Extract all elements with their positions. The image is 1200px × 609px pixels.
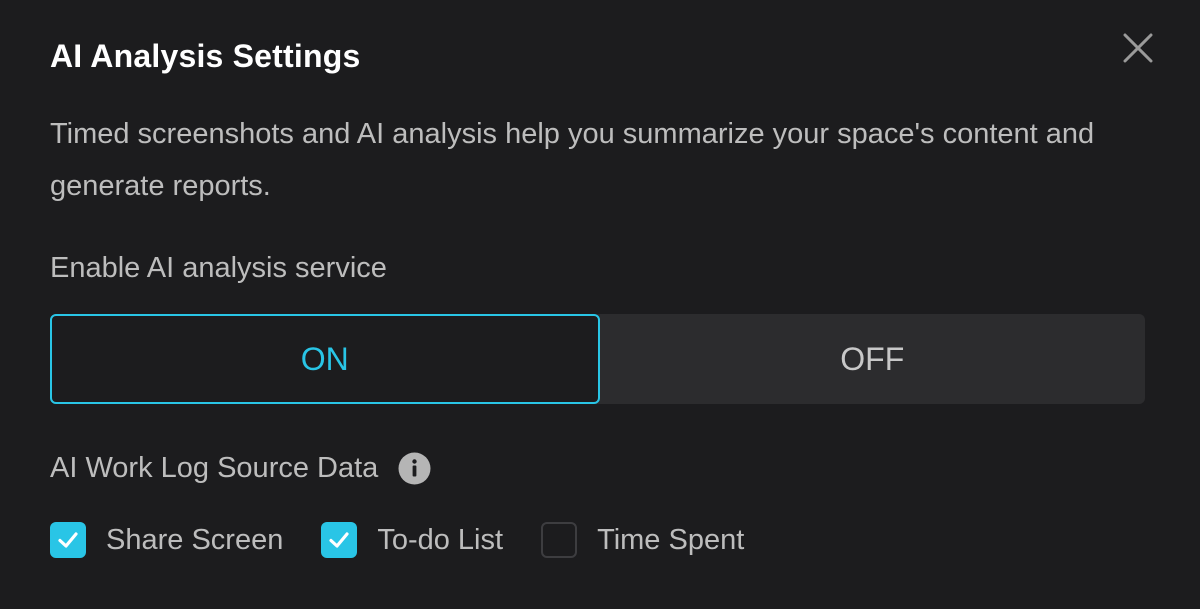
todo-list-checkbox[interactable]: To-do List: [321, 522, 503, 558]
checkbox-checked[interactable]: [50, 522, 86, 558]
checkbox-unchecked[interactable]: [541, 522, 578, 558]
info-icon[interactable]: [398, 452, 431, 485]
enable-service-toggle: ON OFF: [50, 314, 1145, 404]
time-spent-checkbox[interactable]: Time Spent: [541, 522, 744, 558]
checkbox-label: Time Spent: [597, 523, 745, 556]
dialog-description: Timed screenshots and AI analysis help y…: [50, 118, 1095, 202]
ai-analysis-settings-dialog: AI Analysis Settings Timed screenshots a…: [0, 0, 1200, 609]
close-icon[interactable]: [1118, 28, 1158, 68]
enable-service-label: Enable AI analysis service: [50, 252, 387, 284]
share-screen-checkbox[interactable]: Share Screen: [50, 522, 283, 558]
dialog-title: AI Analysis Settings: [50, 38, 361, 74]
checkbox-label: To-do List: [377, 523, 504, 556]
on-option-button[interactable]: ON: [50, 314, 600, 404]
checkbox-checked[interactable]: [321, 522, 358, 558]
checkmark-icon: [58, 532, 78, 548]
off-option-button[interactable]: OFF: [600, 314, 1146, 404]
source-data-label: AI Work Log Source Data: [50, 452, 379, 484]
checkbox-label: Share Screen: [106, 523, 284, 556]
checkmark-icon: [329, 532, 349, 548]
source-data-label-row: AI Work Log Source Data: [50, 452, 431, 485]
source-data-checkboxes: Share Screen To-do List Time Spent: [50, 520, 782, 560]
